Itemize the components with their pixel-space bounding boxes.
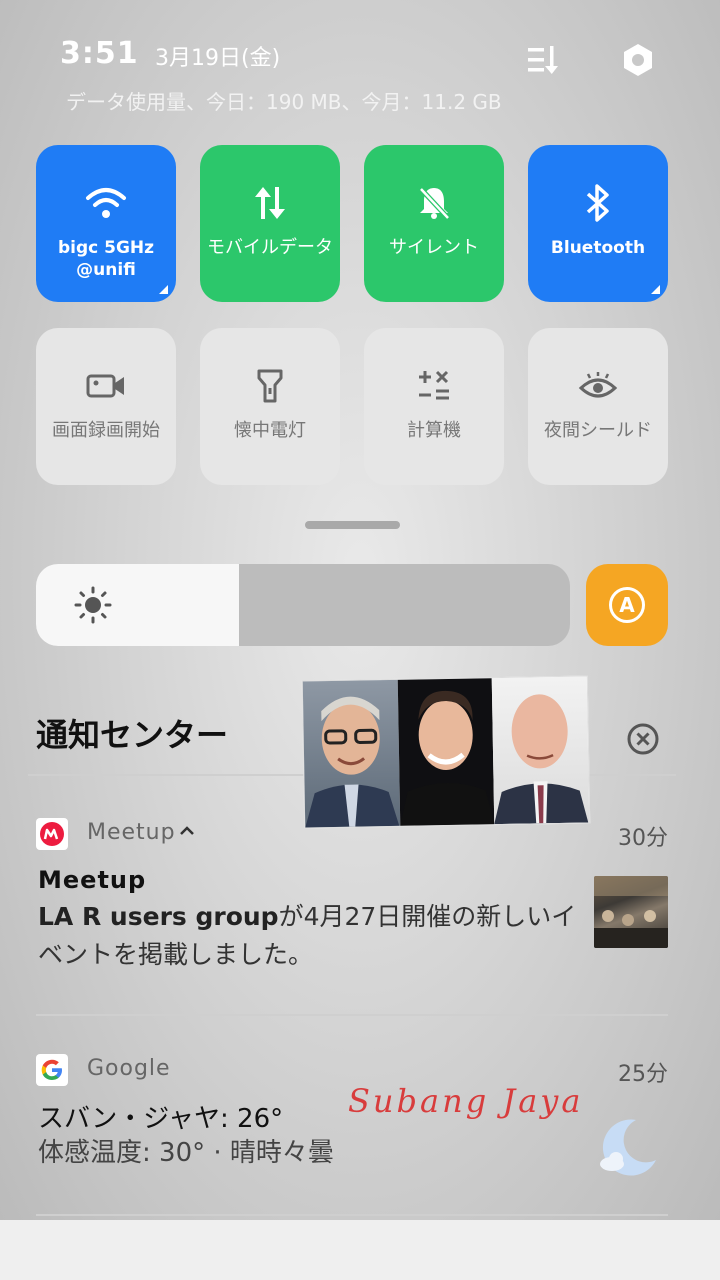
calculator-icon: [416, 366, 452, 406]
tile-night-shield[interactable]: 夜間シールド: [528, 328, 668, 485]
expand-corner-icon: [159, 285, 168, 294]
tile-bluetooth[interactable]: Bluetooth: [528, 145, 668, 302]
chevron-up-icon[interactable]: [178, 822, 196, 844]
tile-silent[interactable]: サイレント: [364, 145, 504, 302]
overlay-photo: [301, 675, 591, 829]
moon-cloud-icon: [596, 1116, 660, 1180]
notification-thumbnail: [594, 876, 668, 948]
face-photo: [397, 678, 495, 826]
brightness-slider[interactable]: [36, 564, 570, 646]
tile-flashlight-label: 懐中電灯: [234, 420, 306, 441]
weather-title: スバン・ジャヤ: 26°: [38, 1104, 284, 1134]
divider: [36, 1014, 668, 1016]
face-photo: [302, 679, 400, 828]
tile-mobile-data-label: モバイルデータ: [207, 237, 333, 258]
date-label: 3月19日(金): [155, 46, 281, 71]
settings-icon[interactable]: [618, 40, 658, 80]
eye-icon: [578, 366, 618, 406]
brightness-fill: [36, 564, 239, 646]
notification-body-group: LA R users group: [38, 902, 279, 931]
notification-app-name: Meetup: [87, 820, 176, 845]
data-usage-text: データ使用量、今日：190 MB、今月：11.2 GB: [66, 90, 502, 114]
panel-drag-handle[interactable]: [305, 521, 400, 529]
notification-meetup[interactable]: Meetup 30分 Meetup LA R users groupが4月27日…: [36, 818, 668, 998]
notification-google[interactable]: Google 25分 スバン・ジャヤ: 26° 体感温度: 30° · 晴時々曇: [36, 1054, 668, 1194]
clear-all-icon[interactable]: [626, 722, 660, 756]
auto-brightness-button[interactable]: A: [586, 564, 668, 646]
meetup-app-icon: [36, 818, 68, 850]
tile-screen-record[interactable]: 画面録画開始: [36, 328, 176, 485]
flashlight-icon: [255, 366, 285, 406]
google-app-icon: [36, 1054, 68, 1086]
notification-center-title: 通知センター: [36, 716, 229, 754]
sun-icon: [74, 586, 112, 624]
tile-mobile-data[interactable]: モバイルデータ: [200, 145, 340, 302]
tile-calculator-label: 計算機: [407, 420, 461, 441]
face-photo: [492, 676, 590, 825]
tile-screen-record-label: 画面録画開始: [52, 420, 160, 441]
overlay-handwriting-text: Subang Jaya: [348, 1082, 584, 1120]
tile-wifi-label: bigc 5GHz @unifi: [57, 238, 155, 280]
bell-off-icon: [417, 183, 451, 223]
tile-silent-label: サイレント: [389, 237, 479, 258]
wifi-icon: [85, 183, 127, 223]
notification-time: 25分: [618, 1062, 668, 1087]
bottom-panel-area: [0, 1220, 720, 1280]
weather-detail: 体感温度: 30° · 晴時々曇: [38, 1138, 334, 1168]
mobile-data-icon: [253, 183, 287, 223]
tile-night-shield-label: 夜間シールド: [544, 420, 652, 441]
notification-title: Meetup: [38, 866, 147, 894]
tile-calculator[interactable]: 計算機: [364, 328, 504, 485]
notification-app-name: Google: [87, 1056, 171, 1081]
sort-icon[interactable]: [523, 40, 563, 80]
clock-time: 3:51: [60, 36, 139, 71]
tile-flashlight[interactable]: 懐中電灯: [200, 328, 340, 485]
notification-body: LA R users groupが4月27日開催の新しいイベントを掲載しました。: [38, 898, 578, 974]
auto-brightness-label: A: [609, 587, 645, 623]
tile-bluetooth-label: Bluetooth: [550, 238, 646, 258]
video-camera-icon: [86, 366, 126, 406]
notification-time: 30分: [618, 826, 668, 851]
expand-corner-icon: [651, 285, 660, 294]
tile-wifi[interactable]: bigc 5GHz @unifi: [36, 145, 176, 302]
divider: [36, 1214, 668, 1216]
bluetooth-icon: [585, 183, 611, 223]
